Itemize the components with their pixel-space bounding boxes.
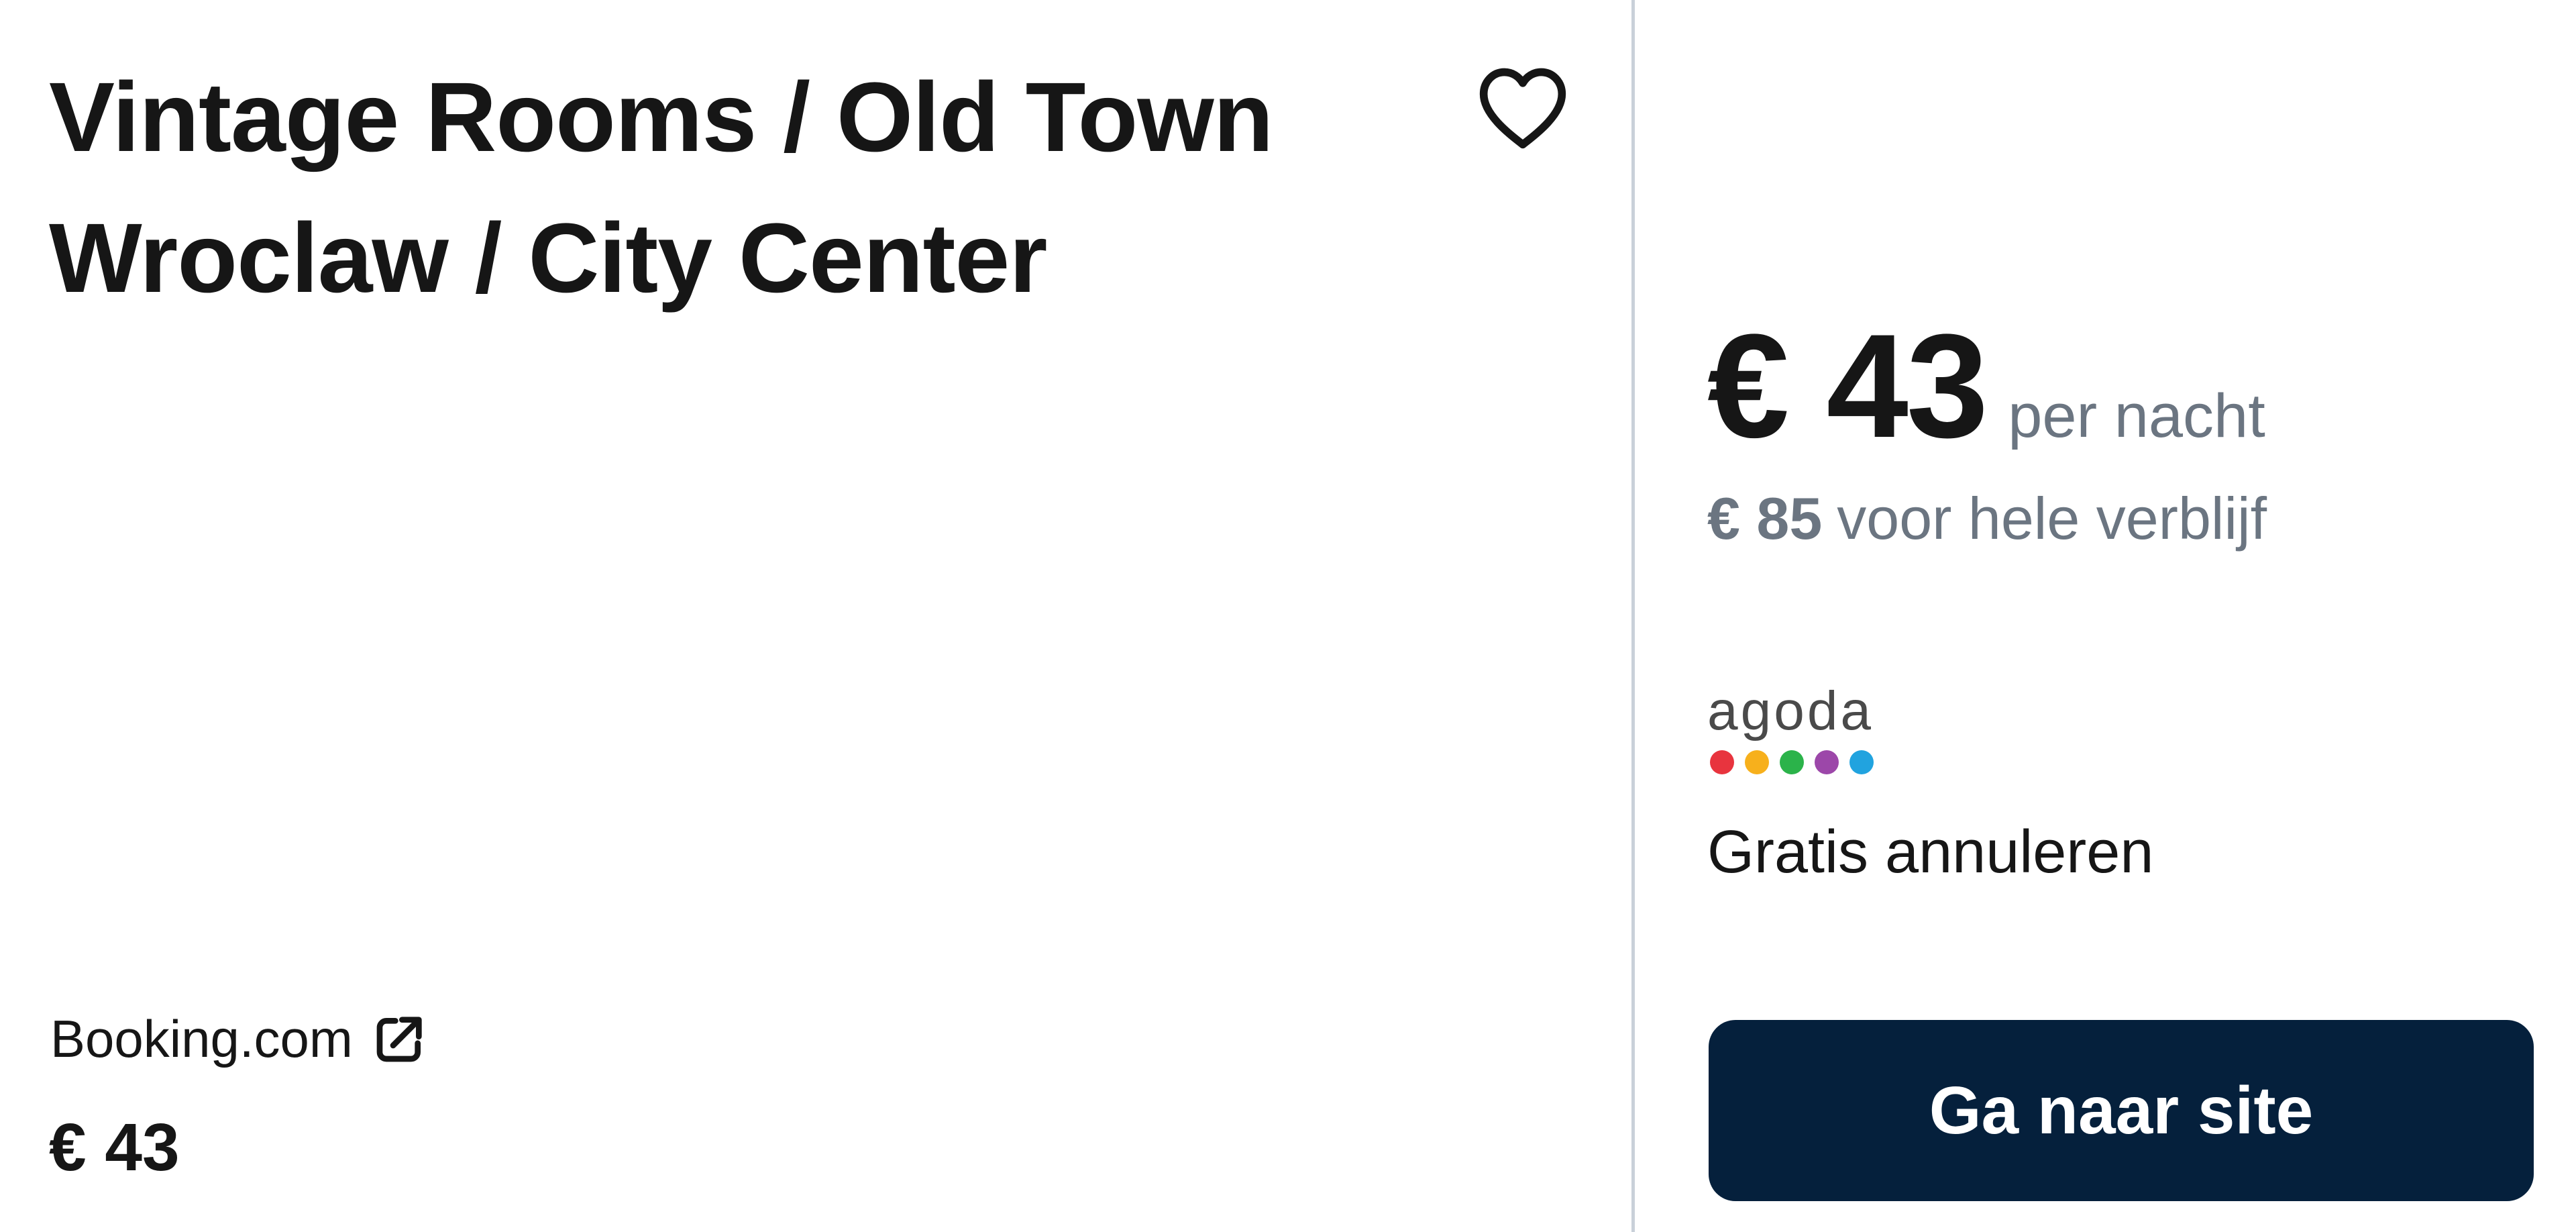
free-cancellation-label: Gratis annuleren [1707,819,2154,886]
external-link-icon [373,1012,427,1066]
deal-panel: € 43 per nacht € 85 voor hele verblijf a… [1635,0,2576,1232]
per-night-label: per nacht [2008,382,2265,450]
hotel-title-line-1: Vintage Rooms / Old Town [49,62,1273,172]
go-to-site-button[interactable]: Ga naar site [1709,1020,2534,1201]
provider-price: € 43 [49,1110,180,1185]
agoda-logo-text: agoda [1707,680,1874,741]
hotel-title[interactable]: Vintage Rooms / Old Town Wroclaw / City … [49,47,1391,329]
hotel-info-panel: Vintage Rooms / Old Town Wroclaw / City … [0,0,1631,1232]
provider-link-booking[interactable]: Booking.com [50,1005,427,1072]
agoda-logo-dot [1710,750,1734,774]
nightly-price-row: € 43 per nacht [1707,305,2265,466]
total-price: € 85 [1707,485,1823,552]
agoda-logo-dot [1815,750,1839,774]
agoda-logo: agoda [1707,678,1882,778]
agoda-logo-dot [1780,750,1804,774]
total-price-row: € 85 voor hele verblijf [1707,482,2267,556]
agoda-logo-dots [1710,750,1884,774]
nightly-price: € 43 [1707,303,1988,468]
provider-name: Booking.com [50,1009,353,1068]
agoda-logo-dot [1849,750,1874,774]
agoda-logo-dot [1745,750,1769,774]
hotel-title-line-2: Wroclaw / City Center [49,203,1047,313]
favorite-button[interactable] [1469,57,1576,158]
hotel-result-card: Vintage Rooms / Old Town Wroclaw / City … [0,0,2576,1232]
total-price-label: voor hele verblijf [1837,485,2267,552]
heart-outline-icon [1479,68,1566,149]
